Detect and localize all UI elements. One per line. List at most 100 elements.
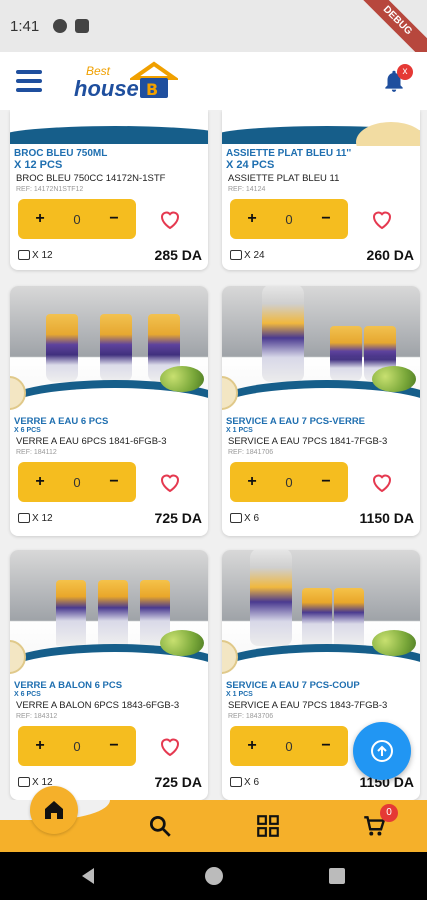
product-ref: REF: 184112 [16,449,57,456]
menu-icon[interactable] [16,70,42,92]
package-icon [230,513,242,523]
increment-button[interactable]: + [32,737,48,755]
product-image [10,110,208,146]
sync-icon [53,19,68,33]
product-image [10,286,208,414]
decrement-button[interactable]: − [318,210,334,228]
app-header: Best house B x [0,52,427,110]
increment-button[interactable]: + [244,210,260,228]
cart-badge: 0 [380,804,398,822]
sim-icon [75,19,90,33]
pack-count: X 6 [244,512,260,524]
product-card[interactable]: BROC BLEU 750ML X 12 PCS BROC BLEU 750CC… [10,110,208,270]
quantity-stepper[interactable]: + 0 − [18,199,136,239]
increment-button[interactable]: + [32,473,48,491]
pack-label: X 24 PCS [226,159,275,171]
quantity-value: 0 [285,738,293,754]
scroll-top-button[interactable] [353,722,411,780]
price: 285 DA [154,247,202,263]
product-grid[interactable]: BROC BLEU 750ML X 12 PCS BROC BLEU 750CC… [0,110,427,800]
product-image [222,550,420,678]
product-image [222,286,420,414]
category-label: VERRE A BALON 6 PCS [14,680,123,691]
package-icon [18,513,30,523]
product-card[interactable]: VERRE A BALON 6 PCS X 6 PCS VERRE A BALO… [10,550,208,800]
increment-button[interactable]: + [244,473,260,491]
package-icon [230,250,242,260]
product-ref: REF: 1841706 [228,449,274,456]
category-label: VERRE A EAU 6 PCS [14,416,109,427]
search-icon [149,815,171,837]
heart-icon[interactable] [158,208,182,230]
pack-label: X 12 PCS [14,159,63,171]
increment-button[interactable]: + [244,737,260,755]
price: 1150 DA [359,510,414,526]
product-ref: REF: 14172N1STF12 [16,186,84,193]
product-card[interactable]: VERRE A EAU 6 PCS X 6 PCS VERRE A EAU 6P… [10,286,208,536]
nav-cart[interactable]: 0 [360,804,398,840]
pack-label: X 1 PCS [226,691,253,698]
product-card[interactable]: ASSIETTE PLAT BLEU 11'' X 24 PCS ASSIETT… [222,110,420,270]
decrement-button[interactable]: − [106,737,122,755]
price: 260 DA [366,247,414,263]
pack-label: X 1 PCS [226,427,253,434]
quantity-value: 0 [285,474,293,490]
category-label: SERVICE A EAU 7 PCS-COUP [226,680,360,691]
decrement-button[interactable]: − [106,210,122,228]
category-label: SERVICE A EAU 7 PCS-VERRE [226,416,366,427]
nav-home[interactable] [30,786,78,834]
quantity-stepper[interactable]: + 0 − [230,199,348,239]
arrow-up-icon [371,740,393,762]
nav-search[interactable] [146,812,174,840]
decrement-button[interactable]: − [318,473,334,491]
heart-icon[interactable] [370,208,394,230]
product-card[interactable]: SERVICE A EAU 7 PCS-VERRE X 1 PCS SERVIC… [222,286,420,536]
svg-text:B: B [146,80,158,99]
product-name: SERVICE A EAU 7PCS 1843-7FGB-3 [228,700,388,711]
quantity-stepper[interactable]: + 0 − [230,726,348,766]
status-time: 1:41 [10,17,40,35]
product-image [10,550,208,678]
pack-count: X 12 [32,249,53,261]
heart-icon[interactable] [158,471,182,493]
price: 725 DA [154,774,202,790]
package-icon [18,777,30,787]
heart-icon[interactable] [370,471,394,493]
product-name: VERRE A BALON 6PCS 1843-6FGB-3 [16,700,180,711]
system-back-button[interactable] [82,868,94,884]
pack-label: X 6 PCS [14,691,41,698]
system-recents-button[interactable] [329,868,345,884]
grid-icon [257,815,279,837]
quantity-value: 0 [73,738,81,754]
home-icon [45,801,63,819]
increment-button[interactable]: + [32,210,48,228]
package-icon [230,777,242,787]
notification-badge: x [397,64,413,80]
pack-count: X 24 [244,249,265,261]
logo[interactable]: Best house B [74,56,184,106]
quantity-stepper[interactable]: + 0 − [230,462,348,502]
product-name: SERVICE A EAU 7PCS 1841-7FGB-3 [228,436,388,447]
nav-categories[interactable] [254,812,282,840]
pack-count: X 6 [244,776,260,788]
heart-icon[interactable] [158,735,182,757]
pack-count: X 12 [32,512,53,524]
category-label: BROC BLEU 750ML [14,148,108,159]
product-image [222,110,420,146]
quantity-value: 0 [73,474,81,490]
decrement-button[interactable]: − [106,473,122,491]
product-ref: REF: 184312 [16,713,58,720]
quantity-stepper[interactable]: + 0 − [18,462,136,502]
pack-label: X 6 PCS [14,427,41,434]
price: 725 DA [154,510,202,526]
product-name: ASSIETTE PLAT BLEU 11 [228,173,340,184]
system-home-button[interactable] [205,867,223,885]
quantity-value: 0 [73,211,81,227]
status-bar: 1:41 DEBUG [0,0,427,70]
quantity-value: 0 [285,211,293,227]
decrement-button[interactable]: − [318,737,334,755]
package-icon [18,250,30,260]
quantity-stepper[interactable]: + 0 − [18,726,136,766]
product-ref: REF: 1843706 [228,713,274,720]
notification-bell[interactable]: x [381,64,413,94]
